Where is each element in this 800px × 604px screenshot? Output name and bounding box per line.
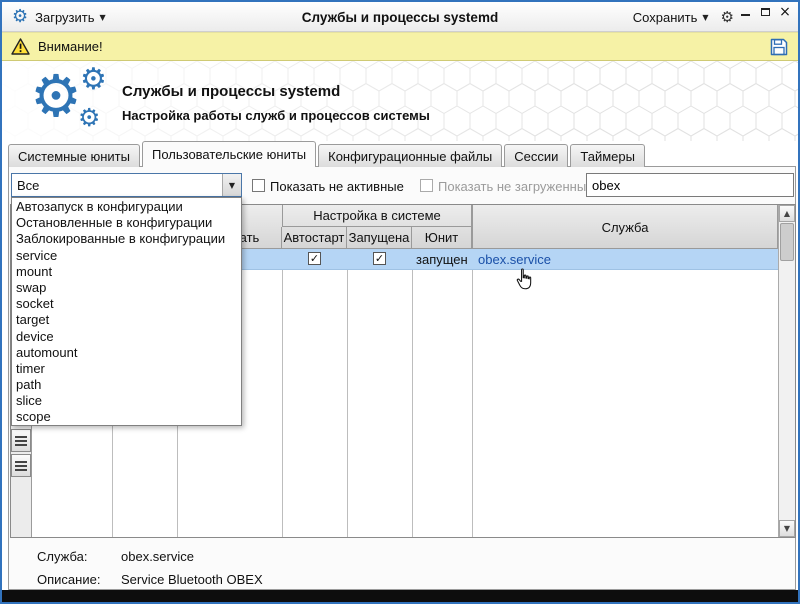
- maximize-button[interactable]: [759, 6, 771, 18]
- description-detail-value: Service Bluetooth OBEX: [121, 572, 263, 587]
- app-logo-gears: ⚙ ⚙ ⚙: [30, 65, 116, 139]
- service-name-link[interactable]: obex.service: [478, 249, 551, 270]
- load-button-label: Загрузить: [35, 9, 95, 25]
- check-icon: ✓: [309, 252, 320, 265]
- tab-timers[interactable]: Таймеры: [570, 144, 645, 167]
- app-window: ⚙ Загрузить ▼ Службы и процессы systemd …: [0, 0, 800, 604]
- show-inactive-label[interactable]: Показать не активные: [270, 175, 404, 197]
- scrollbar-thumb[interactable]: [780, 223, 794, 261]
- show-unloaded-checkbox: [420, 179, 433, 192]
- service-detail-label: Служба:: [37, 549, 88, 564]
- dropdown-item[interactable]: target: [12, 312, 241, 328]
- gear-icon: ⚙: [30, 62, 82, 130]
- show-inactive-checkbox[interactable]: [252, 179, 265, 192]
- maximize-icon: [760, 8, 770, 16]
- dropdown-item[interactable]: device: [12, 329, 241, 345]
- dropdown-item[interactable]: Автозапуск в конфигурации: [12, 199, 241, 215]
- scroll-up-button[interactable]: ▲: [779, 205, 795, 222]
- group-header-system-settings: Настройка в системе: [282, 205, 472, 227]
- list-icon: [15, 460, 27, 471]
- chevron-down-icon: ▼: [228, 180, 236, 190]
- title-bar: ⚙ Загрузить ▼ Службы и процессы systemd …: [2, 2, 798, 32]
- dropdown-item[interactable]: slice: [12, 393, 241, 409]
- column-header-autostart: Автостарт: [282, 227, 347, 249]
- page-subtitle: Настройка работы служб и процессов систе…: [122, 108, 430, 123]
- unit-list-button[interactable]: [11, 429, 31, 452]
- show-unloaded-label: Показать не загруженные: [438, 178, 594, 194]
- tab-bar: Системные юниты Пользовательские юниты К…: [8, 141, 647, 167]
- dropdown-item[interactable]: socket: [12, 296, 241, 312]
- gear-icon: ⚙: [80, 62, 107, 97]
- autostart-checkbox[interactable]: ✓: [308, 252, 321, 265]
- window-controls: ×: [739, 4, 791, 20]
- column-header-service: Служба: [472, 205, 778, 249]
- check-icon: ✓: [374, 252, 385, 265]
- tab-user-units[interactable]: Пользовательские юниты: [141, 141, 317, 167]
- bottom-log-bar[interactable]: [2, 590, 798, 602]
- chevron-down-icon: ▼: [702, 12, 709, 22]
- dropdown-item[interactable]: automount: [12, 345, 241, 361]
- warning-icon: [11, 38, 30, 55]
- column-header-unit: Юнит: [412, 227, 472, 249]
- dropdown-item[interactable]: Заблокированные в конфигурации: [12, 231, 241, 247]
- tab-config-files[interactable]: Конфигурационные файлы: [318, 144, 503, 167]
- save-config-button[interactable]: [769, 37, 789, 57]
- chevron-down-icon: ▼: [99, 12, 106, 22]
- page-title: Службы и процессы systemd: [122, 83, 341, 100]
- minimize-button[interactable]: [739, 6, 751, 18]
- dropdown-item[interactable]: path: [12, 377, 241, 393]
- warning-bar: Внимание!: [2, 32, 798, 61]
- combobox-value: Все: [17, 177, 40, 193]
- dropdown-item[interactable]: service: [12, 248, 241, 264]
- settings-gear-icon[interactable]: ⚙: [721, 9, 734, 25]
- scroll-down-button[interactable]: ▼: [779, 520, 795, 537]
- search-input[interactable]: [586, 173, 794, 197]
- gear-icon: ⚙: [78, 103, 101, 132]
- floppy-save-icon: [770, 38, 788, 55]
- load-button[interactable]: Загрузить ▼: [35, 10, 106, 25]
- dropdown-item[interactable]: mount: [12, 264, 241, 280]
- close-button[interactable]: ×: [779, 4, 791, 20]
- grid-line: [347, 249, 348, 537]
- save-button-label: Сохранить: [632, 9, 698, 25]
- vertical-scrollbar[interactable]: ▲ ▼: [778, 205, 795, 537]
- dropdown-item[interactable]: Остановленные в конфигурации: [12, 215, 241, 231]
- description-detail-label: Описание:: [37, 572, 101, 587]
- grid-line: [282, 249, 283, 537]
- unit-detail-list-button[interactable]: [11, 454, 31, 477]
- unit-type-dropdown-list: Автозапуск в конфигурации Остановленные …: [11, 197, 242, 426]
- unit-state-cell: запущен: [416, 252, 468, 267]
- banner-fade: [2, 61, 798, 141]
- unit-type-combobox[interactable]: Все ▼: [11, 173, 242, 197]
- dropdown-item[interactable]: timer: [12, 361, 241, 377]
- main-panel: Все ▼ Показать не активные Показать не з…: [8, 166, 796, 590]
- list-icon: [15, 435, 27, 446]
- service-detail-value: obex.service: [121, 549, 194, 564]
- running-checkbox[interactable]: ✓: [373, 252, 386, 265]
- save-button[interactable]: Сохранить ▼: [633, 10, 709, 25]
- warning-text: Внимание!: [38, 39, 103, 54]
- combobox-arrow-button[interactable]: ▼: [222, 174, 241, 196]
- header-banner: ⚙ ⚙ ⚙ Службы и процессы systemd Настройк…: [2, 61, 798, 141]
- dropdown-item[interactable]: scope: [12, 409, 241, 425]
- grid-line: [412, 249, 413, 537]
- close-icon: ×: [779, 4, 791, 20]
- app-gear-icon: ⚙: [12, 6, 29, 27]
- minimize-icon: [740, 14, 750, 16]
- grid-line: [472, 249, 473, 537]
- tab-sessions[interactable]: Сессии: [504, 144, 569, 167]
- tab-system-units[interactable]: Системные юниты: [8, 144, 140, 167]
- dropdown-item[interactable]: swap: [12, 280, 241, 296]
- column-header-running: Запущена: [347, 227, 412, 249]
